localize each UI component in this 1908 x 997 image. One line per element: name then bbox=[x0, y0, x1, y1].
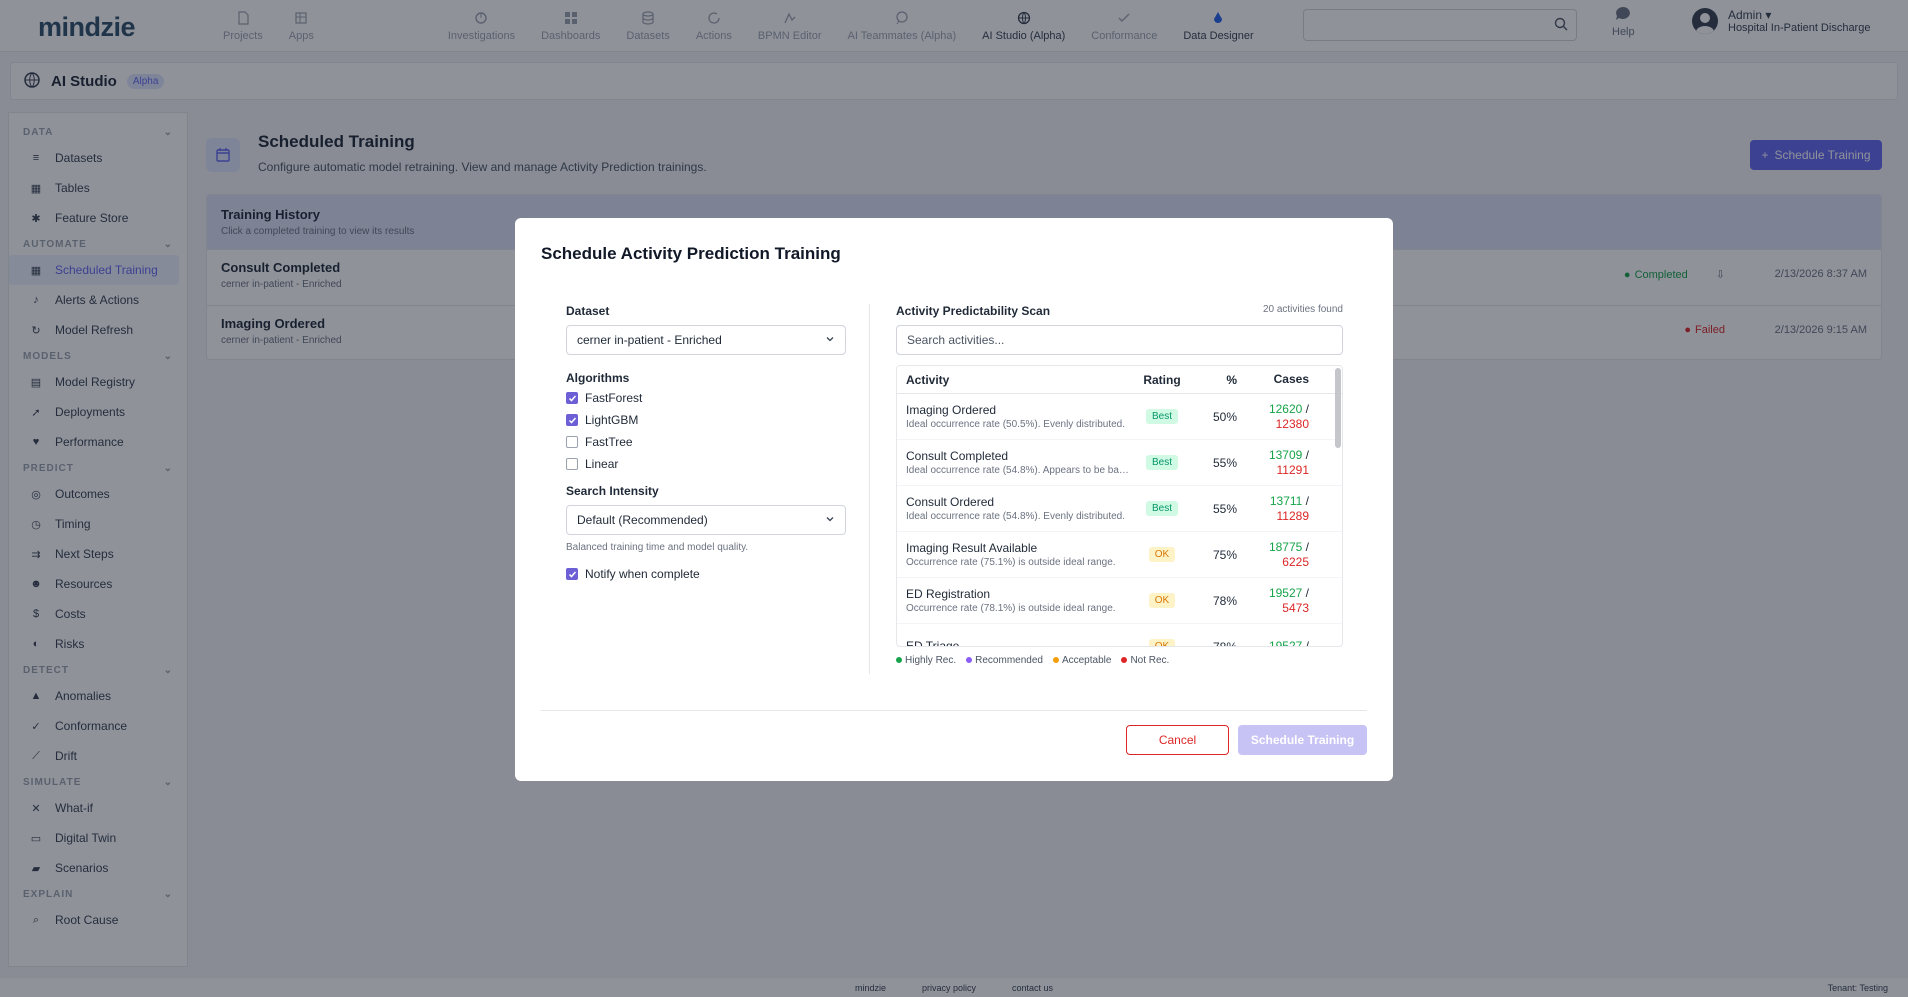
checkbox-checked-icon[interactable] bbox=[566, 414, 578, 426]
cases-negative: 12380 bbox=[1275, 416, 1309, 431]
intensity-value: Default (Recommended) bbox=[577, 513, 708, 527]
cases-positive: 19527 bbox=[1268, 585, 1303, 600]
legend-dot-icon bbox=[1121, 657, 1128, 663]
activity-percent: 78% bbox=[1212, 593, 1237, 608]
rating-badge: Best bbox=[1145, 501, 1178, 516]
activity-desc: Occurrence rate (75.1%) is outside ideal… bbox=[906, 557, 1116, 568]
search-intensity-select[interactable]: Default (Recommended) bbox=[566, 505, 846, 535]
legend-dot-icon bbox=[966, 657, 973, 663]
activity-percent: 55% bbox=[1212, 501, 1237, 516]
algorithm-label: FastForest bbox=[585, 391, 643, 405]
activities-found-count: 20 activities found bbox=[1262, 304, 1343, 315]
activity-name: Consult Completed bbox=[906, 449, 1009, 463]
rating-badge: OK bbox=[1148, 639, 1176, 646]
dataset-value: cerner in-patient - Enriched bbox=[577, 333, 722, 347]
checkbox-empty-icon[interactable] bbox=[566, 458, 578, 470]
table-scrollbar[interactable] bbox=[1335, 368, 1341, 448]
training-config-column: Dataset cerner in-patient - Enriched Alg… bbox=[566, 304, 846, 585]
algorithms-label: Algorithms bbox=[566, 371, 630, 385]
cases-negative: 11289 bbox=[1276, 508, 1309, 523]
cases-negative: 11291 bbox=[1276, 462, 1309, 477]
table-row[interactable]: Consult Ordered Ideal occurrence rate (54… bbox=[897, 486, 1342, 532]
legend-label: Acceptable bbox=[1061, 655, 1112, 666]
activity-desc: Ideal occurrence rate (50.5%). Evenly di… bbox=[906, 419, 1125, 430]
activity-search-input[interactable]: Search activities... bbox=[896, 325, 1343, 355]
cancel-button[interactable]: Cancel bbox=[1126, 725, 1229, 755]
activity-desc: Ideal occurrence rate (54.8%). Appears t… bbox=[906, 465, 1131, 476]
activity-desc: Occurrence rate (78.1%) is outside ideal… bbox=[906, 603, 1116, 614]
cases-positive: 12620 bbox=[1268, 401, 1303, 416]
algorithm-checkbox[interactable]: LightGBM bbox=[566, 409, 846, 431]
chevron-down-icon bbox=[825, 333, 835, 347]
table-body: Imaging Ordered Ideal occurrence rate (50… bbox=[897, 394, 1342, 647]
activity-percent: 55% bbox=[1212, 455, 1237, 470]
cases-positive: 19527 bbox=[1268, 639, 1303, 647]
schedule-training-submit-button[interactable]: Schedule Training bbox=[1238, 725, 1367, 755]
activity-desc: Ideal occurrence rate (54.8%). Evenly di… bbox=[906, 511, 1125, 522]
col-percent[interactable]: % bbox=[1187, 373, 1237, 387]
cases-positive: 13711 bbox=[1269, 493, 1303, 508]
rating-badge: OK bbox=[1148, 593, 1176, 608]
activity-name: Imaging Result Available bbox=[906, 541, 1038, 555]
search-intensity-label: Search Intensity bbox=[566, 484, 659, 498]
dataset-label: Dataset bbox=[566, 304, 610, 318]
col-cases[interactable]: Cases bbox=[1237, 372, 1325, 387]
legend-dot-icon bbox=[1052, 657, 1059, 663]
table-row[interactable]: ED Triage OK 78% 19527 / bbox=[897, 624, 1342, 647]
search-placeholder: Search activities... bbox=[907, 333, 1005, 347]
algorithm-checkbox[interactable]: FastForest bbox=[566, 387, 846, 409]
col-activity[interactable]: Activity bbox=[897, 373, 1137, 387]
notify-checkbox[interactable]: Notify when complete bbox=[566, 563, 846, 585]
legend-item: Highly Rec. bbox=[896, 655, 956, 666]
activity-name: Consult Ordered bbox=[906, 495, 995, 509]
rating-badge: Best bbox=[1145, 409, 1178, 424]
legend-label: Not Rec. bbox=[1130, 655, 1170, 666]
table-row[interactable]: Imaging Ordered Ideal occurrence rate (50… bbox=[897, 394, 1342, 440]
rating-badge: OK bbox=[1148, 547, 1176, 562]
notify-label: Notify when complete bbox=[585, 567, 700, 581]
algorithms-list: FastForest LightGBM FastTree Linear bbox=[566, 387, 846, 475]
cases-negative: 5473 bbox=[1282, 600, 1309, 615]
algorithm-checkbox[interactable]: FastTree bbox=[566, 431, 846, 453]
table-row[interactable]: ED Registration Occurrence rate (78.1%) i… bbox=[897, 578, 1342, 624]
legend-label: Recommended bbox=[975, 655, 1043, 666]
legend-item: Not Rec. bbox=[1121, 655, 1169, 666]
checkbox-checked-icon[interactable] bbox=[566, 568, 578, 580]
table-header: Activity Rating % Cases bbox=[897, 366, 1342, 394]
rating-badge: Best bbox=[1145, 455, 1178, 470]
dialog-footer-divider bbox=[541, 710, 1367, 711]
algorithm-label: Linear bbox=[585, 457, 619, 471]
cases-negative: 6225 bbox=[1282, 554, 1309, 569]
col-rating[interactable]: Rating bbox=[1137, 373, 1187, 387]
legend-label: Highly Rec. bbox=[905, 655, 957, 666]
dialog-title: Schedule Activity Prediction Training bbox=[541, 244, 841, 263]
checkbox-empty-icon[interactable] bbox=[566, 436, 578, 448]
schedule-training-dialog: Schedule Activity Prediction Training Da… bbox=[515, 218, 1393, 781]
activity-percent: 75% bbox=[1212, 547, 1237, 562]
checkbox-checked-icon[interactable] bbox=[566, 392, 578, 404]
intensity-hint: Balanced training time and model quality… bbox=[566, 542, 749, 553]
chevron-down-icon bbox=[825, 513, 835, 527]
algorithm-label: FastTree bbox=[585, 435, 633, 449]
dataset-select[interactable]: cerner in-patient - Enriched bbox=[566, 325, 846, 355]
activity-name: ED Registration bbox=[906, 587, 991, 601]
table-row[interactable]: Consult Completed Ideal occurrence rate (… bbox=[897, 440, 1342, 486]
table-row[interactable]: Imaging Result Available Occurrence rate … bbox=[897, 532, 1342, 578]
activity-name: Imaging Ordered bbox=[906, 403, 997, 417]
legend-item: Acceptable bbox=[1052, 655, 1112, 666]
rating-legend: Highly Rec. Recommended Acceptable Not Rec. bbox=[896, 655, 1343, 666]
algorithm-label: LightGBM bbox=[585, 413, 639, 427]
activity-percent: 50% bbox=[1212, 409, 1237, 424]
cases-positive: 13709 bbox=[1268, 447, 1303, 462]
column-divider bbox=[869, 304, 870, 674]
legend-item: Recommended bbox=[966, 655, 1043, 666]
predictability-scan-column: Activity Predictability Scan 20 activiti… bbox=[896, 304, 1343, 666]
activity-percent: 78% bbox=[1212, 639, 1237, 647]
legend-dot-icon bbox=[896, 657, 902, 663]
activity-table: Activity Rating % Cases Imaging Ordered I… bbox=[896, 365, 1343, 647]
cases-positive: 18775 bbox=[1268, 539, 1303, 554]
activity-name: ED Triage bbox=[906, 638, 960, 647]
algorithm-checkbox[interactable]: Linear bbox=[566, 453, 846, 475]
